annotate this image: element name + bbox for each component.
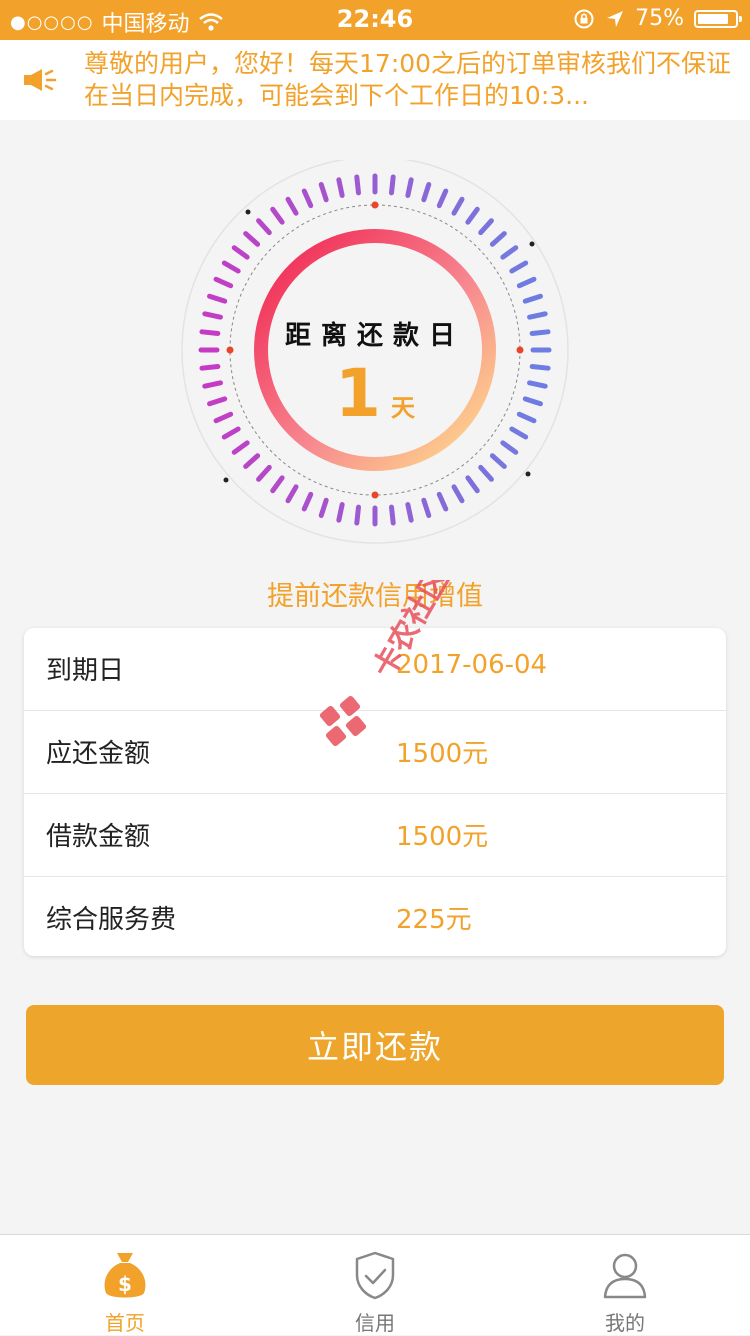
ring-tick bbox=[451, 484, 465, 504]
ring-tick bbox=[500, 440, 519, 455]
ring-tick bbox=[256, 218, 272, 236]
ring-tick bbox=[421, 182, 432, 203]
detail-label: 借款金额 bbox=[46, 822, 151, 852]
ring-tick bbox=[318, 182, 329, 203]
ring-tick bbox=[478, 218, 494, 236]
tab-home[interactable]: $ 首页 bbox=[0, 1235, 250, 1335]
repayment-countdown: 距离还款日 1天 bbox=[175, 156, 575, 560]
money-bag-icon: $ bbox=[104, 1253, 146, 1298]
ring-tick bbox=[207, 293, 228, 304]
ring-tick bbox=[516, 276, 537, 289]
detail-label: 应还金额 bbox=[46, 739, 151, 769]
countdown-title: 距离还款日 bbox=[284, 321, 465, 351]
ring-tick bbox=[243, 453, 261, 469]
ring-tick bbox=[451, 196, 465, 216]
ring-tick bbox=[522, 293, 543, 304]
countdown-days: 1天 bbox=[175, 355, 575, 432]
tab-label: 我的 bbox=[605, 1311, 645, 1335]
svg-text:$: $ bbox=[118, 1272, 132, 1296]
ring-tick bbox=[354, 174, 361, 196]
ring-tick bbox=[478, 464, 494, 482]
ring-tick bbox=[465, 475, 480, 494]
ring-tick bbox=[231, 245, 250, 260]
ring-tick bbox=[243, 231, 261, 247]
tab-label: 首页 bbox=[105, 1311, 145, 1335]
ring-tick bbox=[421, 497, 432, 518]
notice-text: 尊敬的用户，您好！每天17:00之后的订单审核我们不保证在当日内完成，可能会到下… bbox=[84, 49, 732, 110]
ring-tick bbox=[405, 177, 414, 198]
ring-tick bbox=[221, 260, 241, 274]
user-icon bbox=[603, 1253, 647, 1299]
ring-tick bbox=[489, 231, 507, 247]
tab-credit[interactable]: 信用 bbox=[250, 1235, 500, 1335]
ring-tick bbox=[489, 453, 507, 469]
tab-mine[interactable]: 我的 bbox=[500, 1235, 750, 1335]
ring-tick bbox=[405, 502, 414, 523]
ring-tick bbox=[465, 206, 480, 225]
detail-row-loan-amount: 借款金额 1500元 bbox=[24, 794, 726, 877]
days-number: 1 bbox=[335, 355, 381, 432]
megaphone-icon bbox=[24, 69, 57, 91]
shield-check-icon bbox=[355, 1251, 395, 1300]
ring-tick bbox=[270, 475, 285, 494]
ring-tick bbox=[301, 491, 314, 512]
ring-tick bbox=[389, 174, 396, 196]
ring-tick bbox=[336, 502, 345, 523]
ring-tick bbox=[436, 188, 449, 209]
ring-tick bbox=[270, 206, 285, 225]
svg-text:卡农社区: 卡农社区 bbox=[367, 580, 450, 684]
ring-tick bbox=[389, 504, 396, 526]
ring-tick bbox=[436, 491, 449, 512]
rotation-lock-icon bbox=[574, 9, 594, 28]
battery-percent: 75% bbox=[635, 6, 684, 31]
notice-bar[interactable]: 尊敬的用户，您好！每天17:00之后的订单审核我们不保证在当日内完成，可能会到下… bbox=[0, 40, 750, 120]
ring-tick bbox=[318, 497, 329, 518]
ring-tick bbox=[301, 188, 314, 209]
location-icon bbox=[607, 10, 624, 27]
ring-tick bbox=[500, 245, 519, 260]
tab-label: 信用 bbox=[355, 1311, 395, 1335]
ring-tick bbox=[509, 260, 529, 274]
ring-tick bbox=[256, 464, 272, 482]
ring-tick bbox=[285, 484, 299, 504]
ring-tick bbox=[213, 276, 234, 289]
repay-now-button[interactable]: 立即还款 bbox=[26, 1005, 724, 1085]
ring-tick bbox=[231, 440, 250, 455]
tab-bar: $ 首页 信用 我的 bbox=[0, 1234, 750, 1335]
battery-icon bbox=[694, 9, 742, 28]
detail-value: 1500元 bbox=[396, 822, 489, 852]
ring-tick bbox=[336, 177, 345, 198]
watermark-logo-icon: 卡农社区 bbox=[319, 563, 456, 747]
days-unit: 天 bbox=[390, 394, 415, 422]
ring-tick bbox=[354, 504, 361, 526]
detail-label: 综合服务费 bbox=[46, 905, 177, 935]
detail-value: 225元 bbox=[396, 905, 472, 935]
detail-row-service-fee: 综合服务费 225元 bbox=[24, 877, 726, 956]
detail-label: 到期日 bbox=[46, 656, 125, 686]
status-bar: ●○○○○ 中国移动 22:46 75% bbox=[0, 0, 750, 40]
ring-tick bbox=[285, 196, 299, 216]
watermark: 卡农社区 bbox=[319, 563, 456, 754]
